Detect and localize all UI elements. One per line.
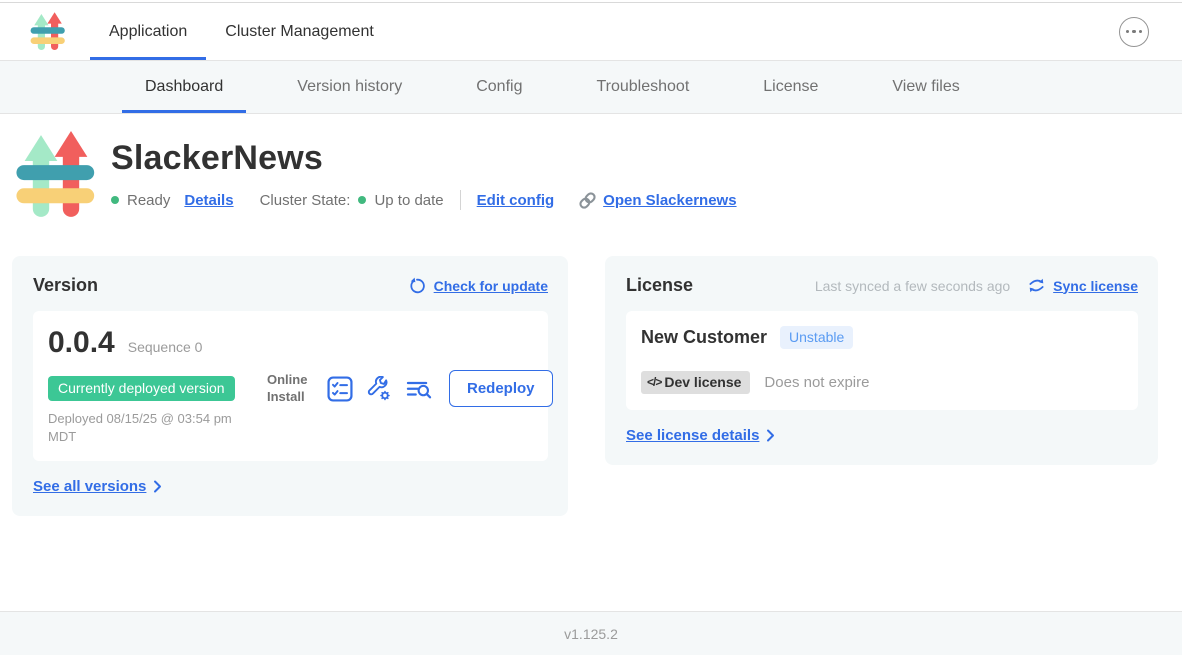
- slackernews-logo-small: [30, 3, 66, 60]
- subnav-troubleshoot-label: Troubleshoot: [596, 78, 689, 96]
- app-status-row: Ready Details Cluster State: Up to date …: [111, 190, 737, 210]
- link-icon: [578, 191, 597, 210]
- subnav-view-files-label: View files: [892, 78, 959, 96]
- license-card-title: License: [626, 275, 693, 296]
- subnav-version-history[interactable]: Version history: [260, 61, 439, 113]
- divider: [460, 190, 461, 210]
- chevron-right-icon: [766, 429, 775, 442]
- open-slackernews-link[interactable]: Open Slackernews: [603, 192, 736, 209]
- refresh-icon: [408, 277, 426, 295]
- edit-config-link[interactable]: Edit config: [477, 192, 555, 209]
- channel-badge: Unstable: [780, 326, 853, 349]
- app-status-dot: [111, 196, 119, 204]
- dashboard-cards: Version Check for update 0.0.4 Sequence …: [0, 226, 1182, 516]
- version-sequence: Sequence 0: [128, 339, 203, 355]
- app-status-label: Ready: [127, 192, 170, 209]
- slackernews-logo-icon: [15, 131, 97, 221]
- subnav-license[interactable]: License: [726, 61, 855, 113]
- license-type-badge: </> Dev license: [641, 371, 750, 394]
- see-license-details-label: See license details: [626, 427, 759, 444]
- install-type-label: Online Install: [267, 372, 315, 405]
- console-footer: v1.125.2: [0, 611, 1182, 655]
- version-card-title: Version: [33, 275, 98, 296]
- subnav-config-label: Config: [476, 78, 522, 96]
- app-sub-navigation: Dashboard Version history Config Trouble…: [0, 61, 1182, 114]
- cluster-state-dot: [358, 196, 366, 204]
- sync-icon: [1028, 277, 1045, 294]
- subnav-view-files[interactable]: View files: [855, 61, 996, 113]
- tab-cluster-management-label: Cluster Management: [225, 23, 374, 41]
- version-card: Version Check for update 0.0.4 Sequence …: [12, 256, 568, 516]
- redeploy-button[interactable]: Redeploy: [449, 370, 553, 407]
- see-all-versions-label: See all versions: [33, 478, 146, 495]
- current-version-panel: 0.0.4 Sequence 0 Currently deployed vers…: [33, 311, 548, 461]
- last-synced-text: Last synced a few seconds ago: [815, 278, 1010, 294]
- cluster-state-label: Cluster State:: [260, 192, 351, 209]
- top-tabs: Application Cluster Management: [90, 3, 393, 60]
- view-config-button[interactable]: [366, 376, 392, 402]
- currently-deployed-badge: Currently deployed version: [48, 376, 235, 401]
- version-number: 0.0.4: [48, 326, 115, 360]
- license-type-label: Dev license: [664, 374, 741, 390]
- logs-search-icon: [405, 376, 433, 402]
- tab-cluster-management[interactable]: Cluster Management: [206, 3, 393, 60]
- subnav-dashboard[interactable]: Dashboard: [108, 61, 260, 113]
- license-card: License Last synced a few seconds ago Sy…: [605, 256, 1158, 465]
- subnav-config[interactable]: Config: [439, 61, 559, 113]
- subnav-license-label: License: [763, 78, 818, 96]
- check-for-update-link[interactable]: Check for update: [434, 278, 548, 294]
- tab-application[interactable]: Application: [90, 3, 206, 60]
- code-icon: </>: [647, 375, 661, 389]
- see-all-versions-link[interactable]: See all versions: [33, 478, 162, 495]
- more-menu-button[interactable]: [1119, 17, 1149, 47]
- preflight-checks-button[interactable]: [327, 376, 353, 402]
- sync-license-link[interactable]: Sync license: [1053, 278, 1138, 294]
- subnav-version-history-label: Version history: [297, 78, 402, 96]
- tab-application-label: Application: [109, 23, 187, 41]
- chevron-right-icon: [153, 480, 162, 493]
- subnav-dashboard-label: Dashboard: [145, 78, 223, 96]
- preflight-checklist-icon: [327, 376, 353, 402]
- ellipsis-icon: [1126, 30, 1130, 34]
- license-expiry: Does not expire: [764, 374, 869, 391]
- deployed-timestamp: Deployed 08/15/25 @ 03:54 pm MDT: [48, 410, 263, 445]
- page-title: SlackerNews: [111, 139, 737, 178]
- console-version: v1.125.2: [564, 626, 618, 642]
- cluster-state-value: Up to date: [374, 192, 443, 209]
- view-logs-button[interactable]: [405, 376, 433, 402]
- slackernews-logo-icon: [30, 12, 66, 52]
- slackernews-logo-large: [15, 131, 97, 226]
- customer-name: New Customer: [641, 327, 767, 348]
- see-license-details-link[interactable]: See license details: [626, 427, 775, 444]
- top-navigation-bar: Application Cluster Management: [0, 3, 1182, 61]
- license-panel: New Customer Unstable </> Dev license Do…: [626, 311, 1138, 410]
- status-details-link[interactable]: Details: [184, 192, 233, 209]
- wrench-gear-icon: [366, 376, 392, 402]
- app-header: SlackerNews Ready Details Cluster State:…: [0, 114, 1182, 226]
- subnav-troubleshoot[interactable]: Troubleshoot: [559, 61, 726, 113]
